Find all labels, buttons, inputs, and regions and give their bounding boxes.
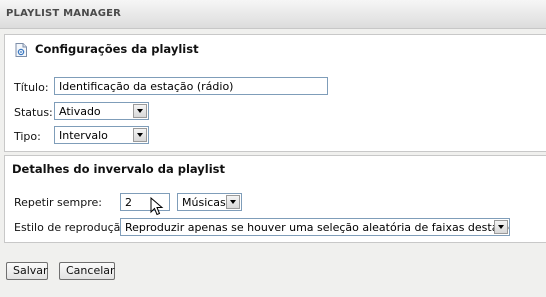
repeat-unit-value: Músicas xyxy=(182,196,226,209)
status-select[interactable]: Ativado xyxy=(54,102,149,120)
status-label: Status: xyxy=(14,106,53,119)
titulo-input[interactable]: Identificação da estação (rádio) xyxy=(54,77,328,95)
document-icon xyxy=(15,43,27,57)
status-select-value: Ativado xyxy=(59,105,101,118)
interval-panel-title: Detalhes do invervalo da playlist xyxy=(12,162,226,176)
playback-style-select[interactable]: Reproduzir apenas se houver uma seleção … xyxy=(120,218,510,236)
playlist-settings-panel: Configurações da playlist Título: Identi… xyxy=(4,34,546,152)
interval-details-panel: Detalhes do invervalo da playlist Repeti… xyxy=(4,155,546,243)
mouse-pointer-icon xyxy=(150,197,164,216)
tipo-label: Tipo: xyxy=(14,130,41,143)
chevron-down-icon[interactable] xyxy=(226,195,240,209)
playback-style-label: Estilo de reprodução: xyxy=(14,221,131,234)
save-button[interactable]: Salvar xyxy=(6,262,48,280)
tipo-select[interactable]: Intervalo xyxy=(54,126,149,144)
settings-panel-title: Configurações da playlist xyxy=(35,42,199,56)
repeat-label: Repetir sempre: xyxy=(14,196,103,209)
titulo-label: Título: xyxy=(14,81,49,94)
playback-style-value: Reproduzir apenas se houver uma seleção … xyxy=(125,221,510,234)
chevron-down-icon[interactable] xyxy=(133,128,147,142)
repeat-unit-select[interactable]: Músicas xyxy=(177,193,242,211)
window-titlebar: PLAYLIST MANAGER xyxy=(0,0,546,29)
chevron-down-icon[interactable] xyxy=(133,104,147,118)
cancel-button[interactable]: Cancelar xyxy=(59,262,115,280)
window-title: PLAYLIST MANAGER xyxy=(6,8,122,19)
chevron-down-icon[interactable] xyxy=(494,220,508,234)
tipo-select-value: Intervalo xyxy=(59,129,108,142)
